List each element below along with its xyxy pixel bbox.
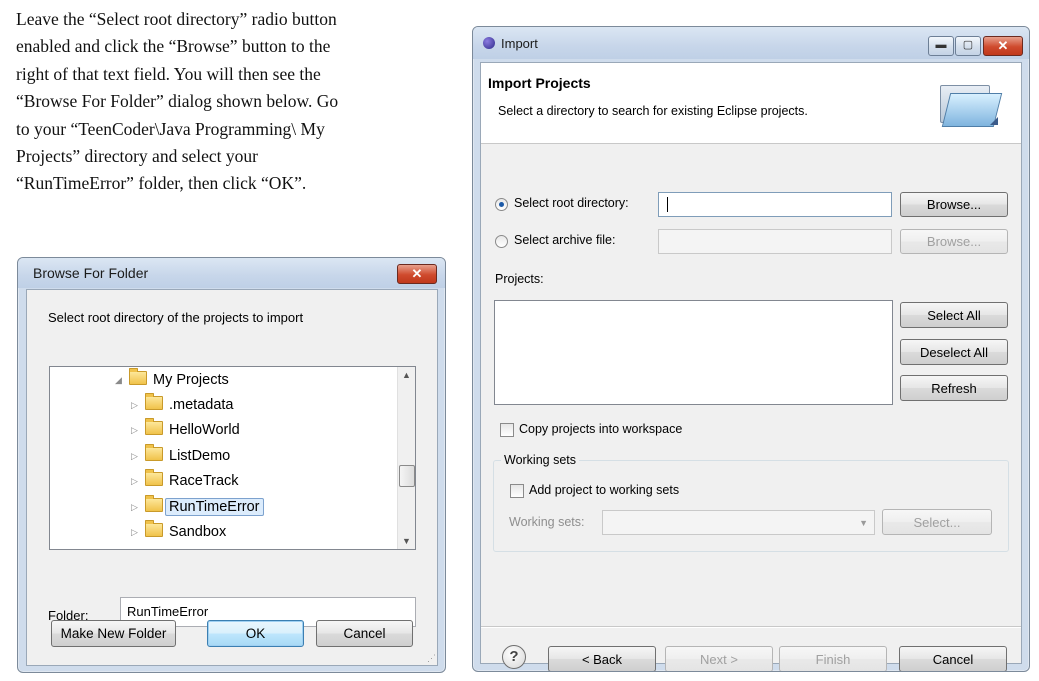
scroll-up-icon[interactable]: ▲ xyxy=(402,370,411,380)
tree-item[interactable]: ▷ Sandbox xyxy=(131,520,226,543)
working-sets-group xyxy=(493,460,1009,552)
select-root-radio[interactable] xyxy=(495,198,508,211)
folder-icon xyxy=(145,393,163,410)
browse-dialog-titlebar[interactable]: Browse For Folder ✕ xyxy=(18,258,445,288)
instructions-text: Leave the “Select root directory” radio … xyxy=(16,6,448,198)
tree-item[interactable]: ▷ ListDemo xyxy=(131,444,230,467)
help-icon: ? xyxy=(509,648,519,665)
back-button[interactable]: < Back xyxy=(548,646,656,671)
collapsed-arrow-icon[interactable]: ▷ xyxy=(131,470,141,492)
instruction-line: Leave the “Select root directory” radio … xyxy=(16,9,337,29)
folder-tree[interactable]: ◢ My Projects ▷ .metadata ▷ HelloWorld ▷ Lis… xyxy=(49,366,416,550)
scroll-down-icon[interactable]: ▼ xyxy=(402,536,411,546)
minimize-button[interactable]: ▬ xyxy=(928,36,954,56)
maximize-icon: ▢ xyxy=(962,39,974,51)
finish-button[interactable]: Finish xyxy=(779,646,887,671)
projects-list[interactable] xyxy=(494,300,893,405)
working-sets-group-label: Working sets xyxy=(501,453,580,467)
browse-description: Select root directory of the projects to… xyxy=(48,310,304,325)
folder-icon xyxy=(145,469,163,486)
footer-separator xyxy=(481,626,1021,628)
import-close-button[interactable]: ✕ xyxy=(983,36,1023,56)
import-dialog-body: Import Projects Select a directory to se… xyxy=(480,62,1022,671)
eclipse-icon xyxy=(483,37,495,49)
import-dialog: Import ▬ ▢ ✕ Import Projects Select a di… xyxy=(472,26,1030,672)
make-new-folder-button[interactable]: Make New Folder xyxy=(51,620,176,647)
instruction-line: “RunTimeError” folder, then click “OK”. xyxy=(16,173,307,194)
select-root-label: Select root directory: xyxy=(514,196,629,210)
cancel-import-button[interactable]: Cancel xyxy=(899,646,1007,671)
browse-dialog-body: Select root directory of the projects to… xyxy=(26,289,438,666)
folder-icon xyxy=(145,444,163,461)
collapsed-arrow-icon[interactable]: ▷ xyxy=(131,445,141,467)
close-icon: ✕ xyxy=(411,266,423,281)
browse-close-button[interactable]: ✕ xyxy=(397,264,437,284)
copy-projects-label: Copy projects into workspace xyxy=(519,422,683,436)
tree-scrollbar[interactable]: ▲ ▼ xyxy=(397,367,415,549)
browse-dialog-title: Browse For Folder xyxy=(33,265,149,281)
folder-icon xyxy=(145,495,163,512)
resize-grip-icon[interactable]: ⋰ xyxy=(427,653,436,664)
instruction-line: to your “TeenCoder\Java Programming\ My xyxy=(16,118,325,139)
refresh-button[interactable]: Refresh xyxy=(900,375,1008,401)
instruction-line: “Browse For Folder” dialog shown below. … xyxy=(16,91,339,112)
select-archive-radio[interactable] xyxy=(495,235,508,248)
tree-item-selected[interactable]: ▷ RunTimeError xyxy=(131,495,264,518)
wizard-title: Import Projects xyxy=(488,75,591,91)
add-to-working-sets-checkbox[interactable] xyxy=(510,484,524,498)
tree-item[interactable]: ▷ .metadata xyxy=(131,393,234,416)
working-sets-label: Working sets: xyxy=(509,515,585,529)
deselect-all-button[interactable]: Deselect All xyxy=(900,339,1008,365)
browse-archive-button[interactable]: Browse... xyxy=(900,229,1008,254)
text-cursor xyxy=(667,197,668,212)
browse-root-button[interactable]: Browse... xyxy=(900,192,1008,217)
wizard-header: Import Projects Select a directory to se… xyxy=(481,63,1021,144)
folder-icon xyxy=(129,368,147,385)
cancel-button[interactable]: Cancel xyxy=(316,620,413,647)
collapsed-arrow-icon[interactable]: ▷ xyxy=(131,496,141,518)
wizard-subtitle: Select a directory to search for existin… xyxy=(498,104,808,118)
collapsed-arrow-icon[interactable]: ▷ xyxy=(131,419,141,441)
root-directory-field[interactable] xyxy=(658,192,892,217)
scroll-thumb[interactable] xyxy=(399,465,415,487)
import-dialog-title: Import xyxy=(501,36,538,51)
expanded-arrow-icon[interactable]: ◢ xyxy=(115,369,125,391)
chevron-down-icon: ▼ xyxy=(859,518,868,528)
instruction-line: Projects” directory and select your xyxy=(16,146,258,167)
select-archive-label: Select archive file: xyxy=(514,233,616,247)
working-sets-combo[interactable]: ▼ xyxy=(602,510,875,535)
copy-projects-checkbox[interactable] xyxy=(500,423,514,437)
open-folder-icon xyxy=(936,77,1003,129)
collapsed-arrow-icon[interactable]: ▷ xyxy=(131,394,141,416)
tree-item[interactable]: ▷ HelloWorld xyxy=(131,418,240,441)
projects-label: Projects: xyxy=(495,272,544,286)
folder-icon xyxy=(145,418,163,435)
import-dialog-titlebar[interactable]: Import ▬ ▢ ✕ xyxy=(473,27,1029,59)
tree-item-my-projects[interactable]: ◢ My Projects xyxy=(115,368,229,391)
collapsed-arrow-icon[interactable]: ▷ xyxy=(131,521,141,543)
close-icon: ✕ xyxy=(997,38,1009,53)
ok-button[interactable]: OK xyxy=(207,620,304,647)
instruction-line: enabled and click the “Browse” button to… xyxy=(16,36,331,57)
maximize-button[interactable]: ▢ xyxy=(955,36,981,56)
browse-for-folder-dialog: Browse For Folder ✕ Select root director… xyxy=(17,257,446,673)
folder-icon xyxy=(145,520,163,537)
help-button[interactable]: ? xyxy=(502,645,526,669)
minimize-icon: ▬ xyxy=(935,39,947,51)
select-working-sets-button[interactable]: Select... xyxy=(882,509,992,535)
add-to-working-sets-label: Add project to working sets xyxy=(529,483,680,497)
next-button[interactable]: Next > xyxy=(665,646,773,671)
select-all-button[interactable]: Select All xyxy=(900,302,1008,328)
instruction-line: right of that text field. You will then … xyxy=(16,63,321,84)
archive-file-field[interactable] xyxy=(658,229,892,254)
tree-item[interactable]: ▷ RaceTrack xyxy=(131,469,239,492)
